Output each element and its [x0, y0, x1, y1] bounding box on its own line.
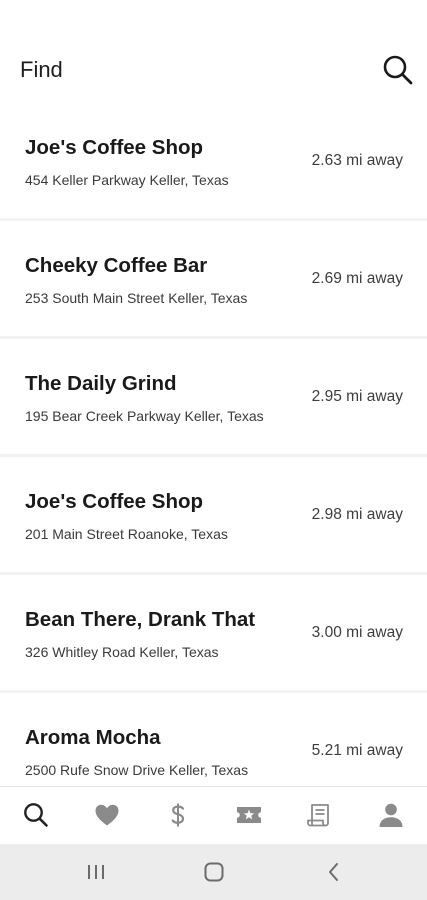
tab-favorites[interactable]: [87, 797, 127, 833]
bottom-tab-bar: [0, 786, 427, 844]
shop-distance: 2.63 mi away: [311, 152, 403, 169]
tab-rewards[interactable]: [229, 797, 269, 833]
shop-address: 454 Keller Parkway Keller, Texas: [25, 172, 229, 188]
search-icon: [24, 803, 48, 827]
back-icon: [329, 863, 338, 881]
shop-address: 201 Main Street Roanoke, Texas: [25, 526, 228, 542]
receipt-icon: [307, 804, 329, 827]
person-icon: [379, 803, 403, 827]
shop-list-item[interactable]: Joe's Coffee Shop 454 Keller Parkway Kel…: [0, 103, 427, 218]
page-title: Find: [20, 57, 63, 82]
search-icon: [383, 55, 413, 85]
shop-name: Bean There, Drank That: [25, 608, 256, 631]
shop-name: Joe's Coffee Shop: [25, 490, 204, 513]
shop-distance: 2.95 mi away: [311, 388, 403, 405]
shop-name: Cheeky Coffee Bar: [25, 254, 208, 277]
shop-distance: 5.21 mi away: [311, 742, 403, 759]
recents-button[interactable]: [76, 858, 116, 886]
home-button[interactable]: [194, 858, 234, 886]
tab-profile[interactable]: [371, 797, 411, 833]
shop-list-item[interactable]: Cheeky Coffee Bar 253 South Main Street …: [0, 221, 427, 336]
shop-name: Aroma Mocha: [25, 726, 161, 749]
shop-list-item[interactable]: The Daily Grind 195 Bear Creek Parkway K…: [0, 339, 427, 454]
shop-address: 326 Whitley Road Keller, Texas: [25, 644, 219, 660]
dollar-icon: [171, 803, 185, 827]
tab-orders[interactable]: [300, 797, 340, 833]
shop-name: Joe's Coffee Shop: [25, 136, 204, 159]
app-header: Find: [0, 0, 427, 103]
search-button[interactable]: [381, 53, 415, 87]
shop-address: 253 South Main Street Keller, Texas: [25, 290, 248, 306]
shop-address: 195 Bear Creek Parkway Keller, Texas: [25, 408, 264, 424]
shop-list-item[interactable]: Joe's Coffee Shop 201 Main Street Roanok…: [0, 457, 427, 572]
shop-address: 2500 Rufe Snow Drive Keller, Texas: [25, 762, 249, 778]
ticket-icon: [237, 807, 261, 823]
shop-list-item[interactable]: Aroma Mocha 2500 Rufe Snow Drive Keller,…: [0, 693, 427, 786]
shop-name: The Daily Grind: [25, 372, 177, 395]
recents-icon: [88, 865, 104, 879]
tab-deals[interactable]: [158, 797, 198, 833]
shop-distance: 2.69 mi away: [311, 270, 403, 287]
shop-distance: 2.98 mi away: [311, 506, 403, 523]
system-navigation-bar: [0, 844, 427, 900]
shop-distance: 3.00 mi away: [311, 624, 403, 641]
shop-list-item[interactable]: Bean There, Drank That 326 Whitley Road …: [0, 575, 427, 690]
tab-search[interactable]: [16, 797, 56, 833]
heart-icon: [95, 804, 119, 826]
shop-list[interactable]: Joe's Coffee Shop 454 Keller Parkway Kel…: [0, 103, 427, 786]
back-button[interactable]: [314, 858, 354, 886]
home-icon: [204, 862, 224, 882]
